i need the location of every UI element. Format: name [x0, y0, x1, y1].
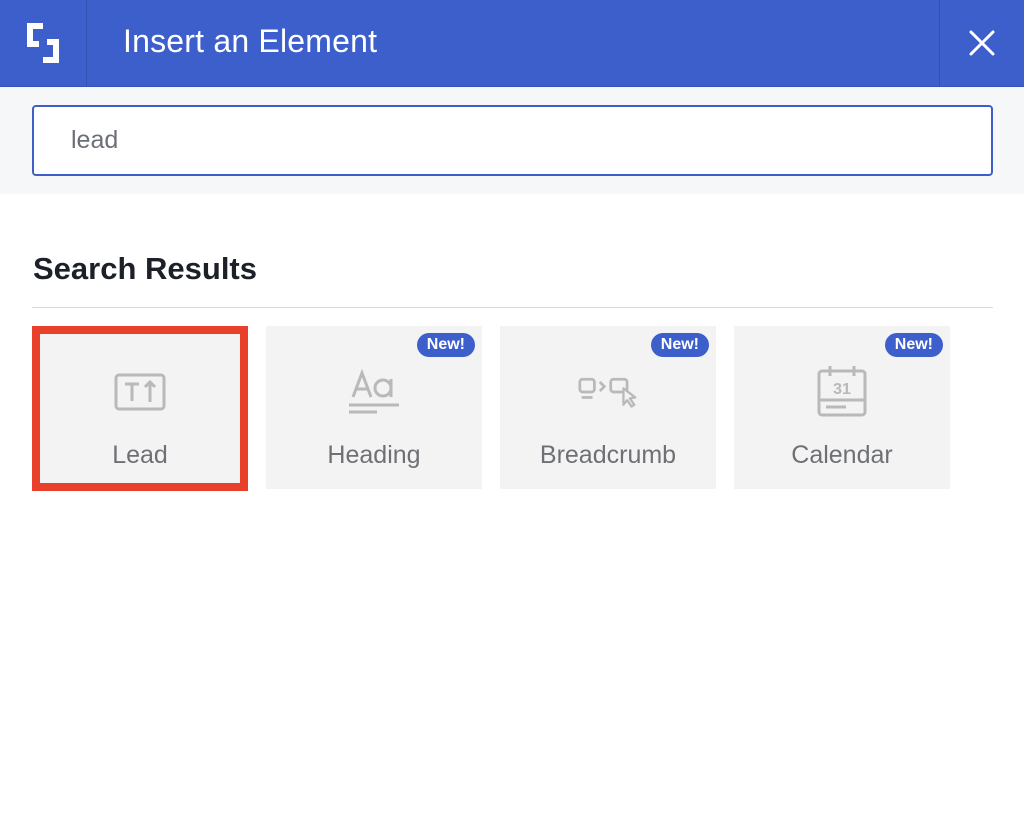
results-grid: Lead New! Heading New! Breadcrumb New! 3…: [32, 326, 993, 491]
element-card-lead[interactable]: Lead: [32, 326, 248, 491]
new-badge: New!: [416, 333, 475, 357]
calendar-icon: 31: [812, 364, 872, 420]
new-badge: New!: [884, 333, 943, 357]
close-icon: [969, 30, 995, 56]
search-input[interactable]: [32, 105, 993, 176]
builder-logo-icon: [27, 23, 59, 63]
divider: [32, 307, 993, 308]
search-area: [0, 87, 1024, 194]
breadcrumb-icon: [578, 364, 638, 420]
element-card-heading[interactable]: New! Heading: [266, 326, 482, 489]
heading-icon: [344, 364, 404, 420]
element-card-label: Calendar: [791, 441, 893, 469]
lead-text-icon: [110, 364, 170, 420]
close-button[interactable]: [939, 0, 1024, 86]
svg-text:31: 31: [833, 381, 851, 398]
element-card-calendar[interactable]: New! 31 Calendar: [734, 326, 950, 489]
element-card-breadcrumb[interactable]: New! Breadcrumb: [500, 326, 716, 489]
element-card-label: Heading: [327, 441, 421, 469]
element-card-label: Lead: [112, 441, 168, 469]
dialog-title: Insert an Element: [123, 23, 378, 59]
section-title: Search Results: [33, 251, 257, 286]
logo: [0, 0, 87, 86]
dialog-header: Insert an Element: [0, 0, 1024, 87]
new-badge: New!: [650, 333, 709, 357]
element-card-label: Breadcrumb: [539, 441, 677, 469]
